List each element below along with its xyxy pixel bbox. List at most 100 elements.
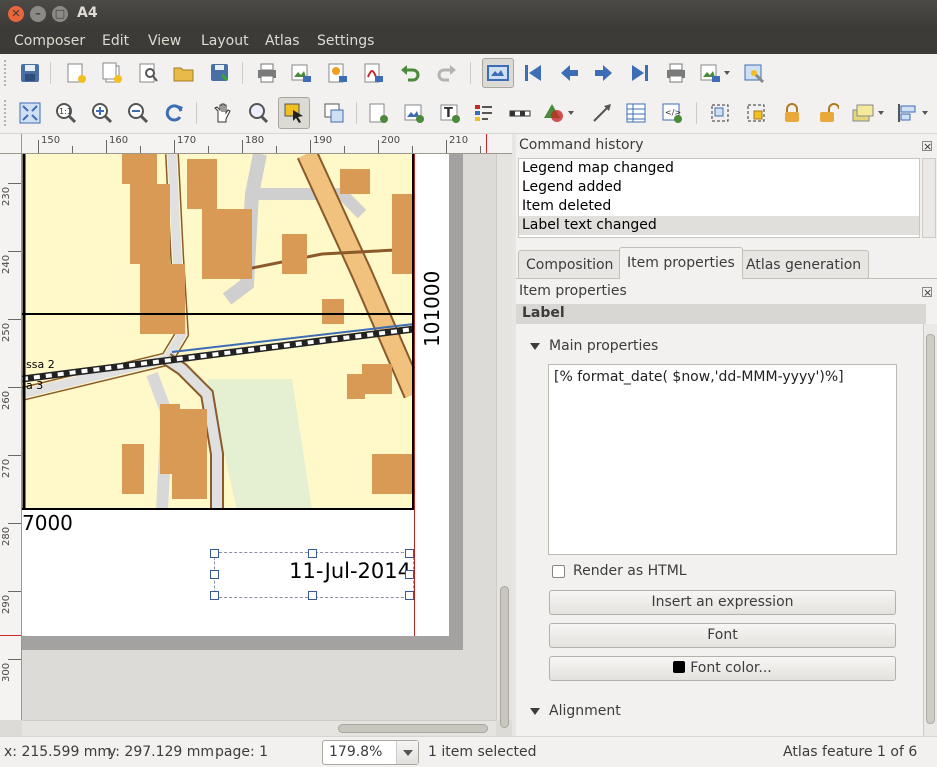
previous-feature-icon[interactable]: [555, 59, 583, 87]
menu-edit[interactable]: Edit: [102, 33, 129, 49]
pan-icon[interactable]: [208, 99, 236, 127]
zoom-out-icon[interactable]: [124, 99, 152, 127]
print-icon[interactable]: [253, 59, 281, 87]
first-feature-icon[interactable]: [519, 59, 547, 87]
tab-composition[interactable]: Composition: [518, 250, 622, 278]
add-arrow-icon[interactable]: [588, 99, 616, 127]
composer-canvas[interactable]: 150 160 170 180 190 200 210 230 240 250 …: [0, 134, 512, 736]
resize-handle[interactable]: [308, 591, 317, 600]
insert-expression-button[interactable]: Insert an expression: [549, 590, 896, 615]
vertical-ruler[interactable]: 230 240 250 260 270 280 290 300: [0, 154, 22, 720]
window-minimize-button[interactable]: –: [30, 6, 46, 22]
duplicate-composer-icon[interactable]: [98, 59, 126, 87]
map-item[interactable]: ssa 2 a 3: [22, 154, 414, 510]
export-atlas-icon[interactable]: [698, 59, 732, 87]
zoom-combobox[interactable]: 179.8%: [322, 740, 419, 765]
add-legend-icon[interactable]: [470, 99, 498, 127]
menu-settings[interactable]: Settings: [317, 33, 374, 49]
zoom-tool-icon[interactable]: [244, 99, 272, 127]
ungroup-icon[interactable]: [742, 99, 770, 127]
menu-view[interactable]: View: [148, 33, 181, 49]
last-feature-icon[interactable]: [626, 59, 654, 87]
next-feature-icon[interactable]: [590, 59, 618, 87]
font-color-button[interactable]: Font color...: [549, 656, 896, 681]
snap-guide-vertical[interactable]: [414, 154, 415, 636]
move-content-icon[interactable]: [320, 99, 348, 127]
lock-icon[interactable]: [778, 99, 806, 127]
refresh-icon[interactable]: [160, 99, 188, 127]
resize-handle[interactable]: [210, 570, 219, 579]
list-item[interactable]: Item deleted: [519, 197, 919, 216]
unlock-icon[interactable]: [814, 99, 842, 127]
list-item[interactable]: Legend map changed: [519, 159, 919, 178]
add-image-icon[interactable]: [400, 99, 428, 127]
resize-handle[interactable]: [405, 591, 414, 600]
scroll-thumb[interactable]: [500, 586, 509, 728]
alignment-group[interactable]: Alignment: [530, 703, 621, 719]
resize-handle[interactable]: [308, 549, 317, 558]
align-icon[interactable]: [894, 99, 930, 127]
resize-handle[interactable]: [405, 549, 414, 558]
atlas-settings-icon[interactable]: [740, 59, 768, 87]
collapse-caret-icon[interactable]: [530, 707, 540, 715]
history-scrollbar[interactable]: [922, 158, 936, 238]
add-map-icon[interactable]: [364, 99, 392, 127]
undo-icon[interactable]: [396, 59, 424, 87]
atlas-preview-icon[interactable]: [482, 58, 514, 88]
canvas-vertical-scrollbar[interactable]: [496, 154, 512, 728]
export-pdf-icon[interactable]: [359, 59, 387, 87]
grid-annotation-right: 101000: [420, 270, 444, 347]
export-svg-icon[interactable]: [323, 59, 351, 87]
command-history-list[interactable]: Legend map changed Legend added Item del…: [518, 158, 920, 238]
zoom-actual-icon[interactable]: 1:1: [52, 99, 80, 127]
toolbar-grip[interactable]: [4, 60, 8, 86]
redo-icon[interactable]: [433, 59, 461, 87]
scroll-thumb[interactable]: [926, 334, 935, 724]
composer-manager-icon[interactable]: [134, 59, 162, 87]
window-close-button[interactable]: ✕: [8, 6, 24, 22]
page-view[interactable]: ssa 2 a 3 101000 7000 11-Jul-2014: [22, 154, 496, 720]
grid-annotation-bottom: 7000: [22, 511, 73, 535]
close-icon[interactable]: ×: [922, 287, 932, 298]
window-maximize-button[interactable]: □: [52, 6, 68, 22]
properties-scrollbar[interactable]: [923, 324, 937, 736]
save-icon[interactable]: [16, 59, 44, 87]
tab-atlas-generation[interactable]: Atlas generation: [738, 250, 870, 278]
tab-item-properties[interactable]: Item properties: [619, 247, 743, 279]
chevron-down-icon[interactable]: [396, 741, 418, 764]
toolbar-grip[interactable]: [4, 100, 8, 126]
resize-handle[interactable]: [405, 570, 414, 579]
font-button[interactable]: Font: [549, 623, 896, 648]
select-move-icon[interactable]: [278, 97, 310, 129]
label-text-editor[interactable]: [% format_date( $now,'dd-MMM-yyyy')%]: [548, 364, 897, 555]
add-scalebar-icon[interactable]: [506, 99, 534, 127]
group-icon[interactable]: [706, 99, 734, 127]
menu-atlas[interactable]: Atlas: [265, 33, 300, 49]
close-icon[interactable]: ×: [922, 141, 932, 152]
scroll-thumb[interactable]: [338, 724, 488, 733]
collapse-caret-icon[interactable]: [530, 342, 540, 350]
render-html-checkbox[interactable]: [552, 565, 565, 578]
new-composer-icon[interactable]: [62, 59, 90, 87]
list-item[interactable]: Legend added: [519, 178, 919, 197]
main-properties-group[interactable]: Main properties: [530, 338, 658, 354]
menu-layout[interactable]: Layout: [201, 33, 249, 49]
canvas-horizontal-scrollbar[interactable]: [22, 720, 496, 736]
zoom-in-icon[interactable]: [88, 99, 116, 127]
resize-handle[interactable]: [210, 549, 219, 558]
open-template-icon[interactable]: [170, 59, 198, 87]
horizontal-ruler[interactable]: 150 160 170 180 190 200 210: [22, 134, 512, 154]
add-table-icon[interactable]: [622, 99, 650, 127]
add-label-icon[interactable]: T: [436, 99, 464, 127]
add-html-icon[interactable]: </>: [658, 99, 686, 127]
save-template-icon[interactable]: [206, 59, 234, 87]
menu-composer[interactable]: Composer: [14, 33, 85, 49]
resize-handle[interactable]: [210, 591, 219, 600]
list-item-selected[interactable]: Label text changed: [519, 216, 919, 235]
zoom-full-icon[interactable]: [16, 99, 44, 127]
section-header-label: Label: [516, 304, 926, 324]
add-shape-icon[interactable]: [542, 99, 576, 127]
print-atlas-icon[interactable]: [662, 59, 690, 87]
raise-icon[interactable]: [850, 99, 886, 127]
export-image-icon[interactable]: [287, 59, 315, 87]
